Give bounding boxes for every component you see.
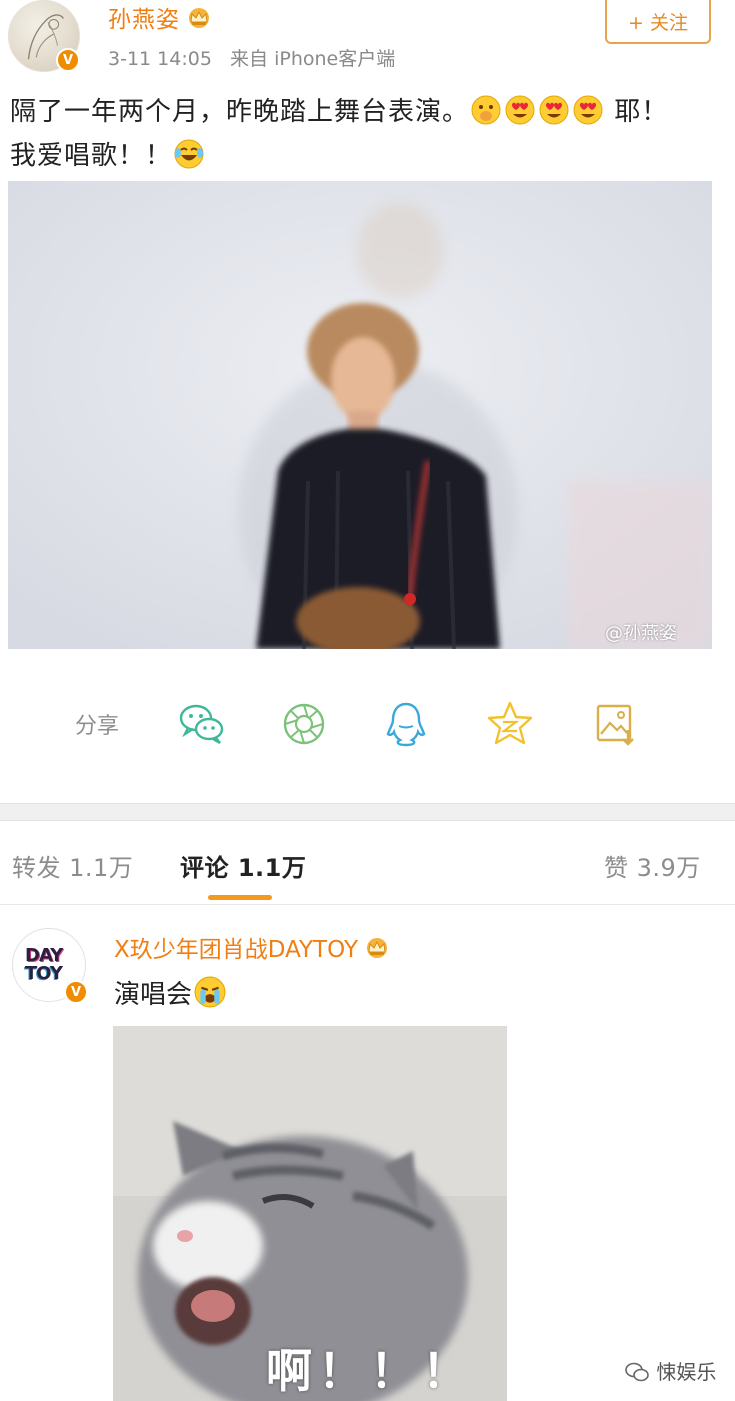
wechat-icon[interactable] xyxy=(176,698,228,750)
crown-icon xyxy=(189,8,209,28)
brand-watermark: 悚娱乐 xyxy=(624,1356,716,1385)
verified-badge-icon: V xyxy=(56,48,80,72)
share-label: 分享 xyxy=(75,714,120,739)
wechat-official-icon xyxy=(625,1362,649,1382)
brand-name: 悚娱乐 xyxy=(656,1360,717,1384)
commenter-name-text[interactable]: X玖少年团肖战DAYTOY xyxy=(114,937,358,963)
post-photo[interactable] xyxy=(8,181,712,649)
post-author-name[interactable]: 孙燕姿 xyxy=(108,0,212,34)
verified-badge-icon: V xyxy=(64,980,88,1004)
post-meta: 3-11 14:05 来自 iPhone客户端 xyxy=(108,44,395,71)
photo-person-illustration xyxy=(8,181,712,649)
active-tab-indicator xyxy=(208,895,272,900)
photo-watermark: @孙燕姿 xyxy=(605,623,677,644)
crown-icon xyxy=(367,938,388,958)
comment-text: 演唱会 xyxy=(114,974,228,1011)
commenter-name[interactable]: X玖少年团肖战DAYTOY xyxy=(114,930,390,964)
daytoy-logo: DAY TOY xyxy=(25,947,75,987)
laugh-tears-emoji-icon xyxy=(174,139,204,169)
section-divider xyxy=(0,803,735,821)
post-source: 来自 iPhone客户端 xyxy=(230,48,396,70)
heart-eyes-emoji-icon xyxy=(573,95,603,125)
heart-eyes-emoji-icon xyxy=(505,95,535,125)
crying-emoji-icon xyxy=(194,976,226,1008)
comment-text-body: 演唱会 xyxy=(114,980,193,1010)
follow-button[interactable]: + 关注 xyxy=(605,0,711,44)
post-timestamp: 3-11 14:05 xyxy=(108,48,212,70)
author-name-text[interactable]: 孙燕姿 xyxy=(108,7,180,33)
post-text: 隔了一年两个月，昨晚踏上舞台表演。 耶！ 我爱唱歌！！ xyxy=(10,90,725,178)
cat-image-caption: 啊！！！ xyxy=(266,1344,474,1398)
qzone-icon[interactable] xyxy=(484,698,536,750)
post-text-line2: 我爱唱歌！！ xyxy=(10,141,173,171)
tab-likes[interactable]: 赞 3.9万 xyxy=(604,848,701,883)
shy-emoji-icon xyxy=(471,95,501,125)
save-image-icon[interactable] xyxy=(590,698,642,750)
tab-comments[interactable]: 评论 1.1万 xyxy=(180,848,306,883)
tab-repost[interactable]: 转发 1.1万 xyxy=(12,848,133,883)
logo-line2: TOY xyxy=(25,963,63,984)
post-text-line1: 隔了一年两个月，昨晚踏上舞台表演。 xyxy=(10,97,470,127)
post-text-suffix: 耶！ xyxy=(614,97,669,127)
tabs-divider xyxy=(0,904,735,905)
qq-icon[interactable] xyxy=(380,698,432,750)
heart-eyes-emoji-icon xyxy=(539,95,569,125)
moments-icon[interactable] xyxy=(278,698,330,750)
